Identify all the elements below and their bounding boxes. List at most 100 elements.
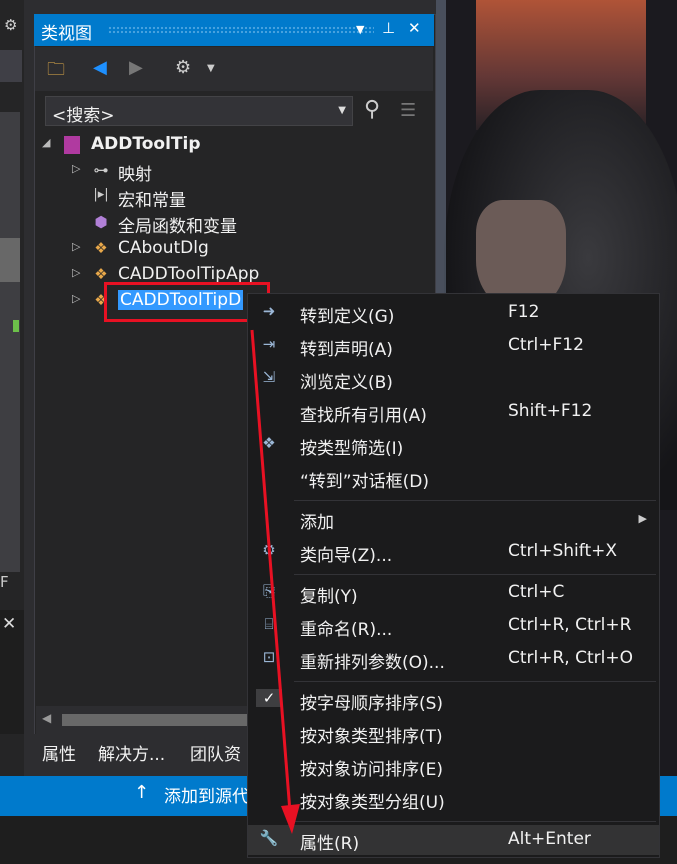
collapse-arrow-icon[interactable]: ◢ [42,136,50,149]
pin-icon[interactable]: ⊥ [382,19,395,37]
panel-title: 类视图 [41,24,92,44]
class-view-project-icon [64,136,80,154]
tree-item-maps[interactable]: ▷ ⊶ 映射 [38,158,428,185]
tree-item-label: 全局函数和变量 [118,217,237,237]
menu-item-shortcut: Ctrl+R, Ctrl+R [508,615,632,635]
menu-item-label: 添加 [300,513,334,533]
menu-item[interactable]: 查找所有引用(A) Shift+F12 [248,397,659,427]
go-to-declaration-icon: ⇥ [262,335,276,353]
tree-item-label: ADDToolTip [91,134,201,154]
tree-item-globals[interactable]: ⬢ 全局函数和变量 [38,210,428,237]
menu-item-shortcut: Ctrl+F12 [508,335,584,355]
menu-item-shortcut: Ctrl+Shift+X [508,541,618,561]
new-folder-icon[interactable]: 🗀 [47,57,65,87]
menu-separator [294,574,656,575]
close-icon[interactable]: ✕ [408,19,421,37]
left-scrollbar-thumb[interactable] [0,238,20,282]
annotation-highlight-box [104,282,270,322]
chevron-down-icon[interactable]: ▼ [207,63,215,74]
settings-gear-icon[interactable]: ⚙ [175,57,191,78]
tree-item-label: 映射 [118,165,152,185]
wrench-icon: 🔧 [259,829,279,847]
menu-item[interactable]: “转到”对话框(D) [248,463,659,493]
menu-item-label: 按对象类型分组(U) [300,793,445,813]
menu-item[interactable]: ⊡ 重新排列参数(O)... Ctrl+R, Ctrl+O [248,644,659,674]
menu-item[interactable]: ⎘ 复制(Y) Ctrl+C [248,578,659,608]
title-grip [108,26,374,34]
menu-item-label: 查找所有引用(A) [300,406,427,426]
menu-item-label: 转到声明(A) [300,340,393,360]
menu-item-label: 按对象访问排序(E) [300,760,444,780]
context-menu: ➜ 转到定义(G) F12 ⇥ 转到声明(A) Ctrl+F12 ⇲ 浏览定义(B) 查找所有引… [247,293,660,858]
class-icon: ❖ [94,265,108,283]
menu-item[interactable]: ⌸ 重命名(R)... Ctrl+R, Ctrl+R [248,611,659,641]
menu-item-shortcut: Shift+F12 [508,401,593,421]
expand-arrow-icon[interactable]: ▷ [72,162,80,175]
tab-team-explorer[interactable]: 团队资 [190,740,241,765]
class-wizard-icon: ⚙ [262,541,276,559]
chevron-down-icon[interactable]: ▼ [356,23,364,36]
search-icon[interactable]: ⚲ [364,97,380,122]
left-dropdown[interactable] [0,50,22,82]
tree-item-root[interactable]: ◢ ADDToolTip [38,132,428,158]
tree-item-macros[interactable]: |▸| 宏和常量 [38,184,428,211]
filter-type-icon: ❖ [262,434,276,452]
menu-item-label: 重新排列参数(O)... [300,653,445,673]
expand-arrow-icon[interactable]: ▷ [72,266,80,279]
back-icon[interactable]: ◀ [93,57,107,78]
menu-item-shortcut: F12 [508,302,540,322]
menu-item[interactable]: ⚙ 类向导(Z)... Ctrl+Shift+X [248,537,659,567]
list-settings-icon[interactable]: ☰ [400,100,416,121]
menu-item-label: 复制(Y) [300,587,358,607]
menu-item-shortcut: Ctrl+C [508,582,565,602]
menu-item[interactable]: 按对象类型分组(U) [248,784,659,814]
menu-item[interactable]: ❖ 按类型筛选(I) [248,430,659,460]
search-placeholder: <搜索> [52,106,115,126]
tree-item-label: 宏和常量 [118,191,186,211]
menu-item[interactable]: ✓ 按字母顺序排序(S) [248,685,659,715]
tree-item-caboutdlg[interactable]: ▷ ❖ CAboutDlg [38,236,428,262]
expand-arrow-icon[interactable]: ▷ [72,240,80,253]
menu-item-label: 按对象类型排序(T) [300,727,443,747]
reorder-params-icon: ⊡ [262,648,276,666]
menu-separator [294,821,656,822]
forward-icon[interactable]: ▶ [129,57,143,78]
expand-arrow-icon[interactable]: ▷ [72,292,80,305]
peek-definition-icon: ⇲ [262,368,276,386]
menu-item-shortcut: Ctrl+R, Ctrl+O [508,648,633,668]
tree-item-label: CADDToolTipApp [118,264,260,284]
macro-constants-icon: |▸| [93,187,109,202]
scroll-left-icon[interactable]: ◀ [42,711,51,725]
menu-item-shortcut: Alt+Enter [508,829,591,849]
search-input[interactable]: <搜索> ▼ [45,96,353,126]
menu-item[interactable]: 按对象访问排序(E) [248,751,659,781]
menu-item[interactable]: 🔧 属性(R) Alt+Enter [248,825,659,855]
menu-item[interactable]: ⇲ 浏览定义(B) [248,364,659,394]
menu-item[interactable]: ⇥ 转到声明(A) Ctrl+F12 [248,331,659,361]
tab-properties[interactable]: 属性 [42,740,76,765]
go-to-definition-icon: ➜ [262,302,276,320]
menu-item-label: “转到”对话框(D) [300,472,429,492]
menu-separator [294,500,656,501]
rename-icon: ⌸ [264,615,274,633]
panel-title-bar[interactable]: 类视图 ▼ ⊥ ✕ [34,14,434,46]
menu-separator [294,681,656,682]
left-letter: F [0,573,9,591]
tab-solution-explorer[interactable]: 解决方... [98,740,165,765]
gear-icon[interactable]: ⚙ [4,16,17,34]
chevron-down-icon[interactable]: ▼ [338,105,346,116]
class-icon: ❖ [94,239,108,257]
menu-item[interactable]: ➜ 转到定义(G) F12 [248,298,659,328]
arrow-up-icon[interactable]: ↑ [134,782,149,803]
menu-item-label: 属性(R) [300,834,360,854]
menu-item[interactable]: 按对象类型排序(T) [248,718,659,748]
left-side-panel: ⚙ F ✕ [0,0,24,780]
menu-item-label: 按类型筛选(I) [300,439,404,459]
add-to-source-control[interactable]: 添加到源代 [164,782,249,807]
left-scrollbar[interactable] [0,112,20,572]
copy-icon: ⎘ [262,582,275,600]
tree-item-label: CAboutDlg [118,238,209,258]
close-icon[interactable]: ✕ [2,614,16,634]
panel-toolbar: 🗀 ◀ ▶ ⚙ ▼ [35,47,433,91]
menu-item[interactable]: 添加 ▶ [248,504,659,534]
